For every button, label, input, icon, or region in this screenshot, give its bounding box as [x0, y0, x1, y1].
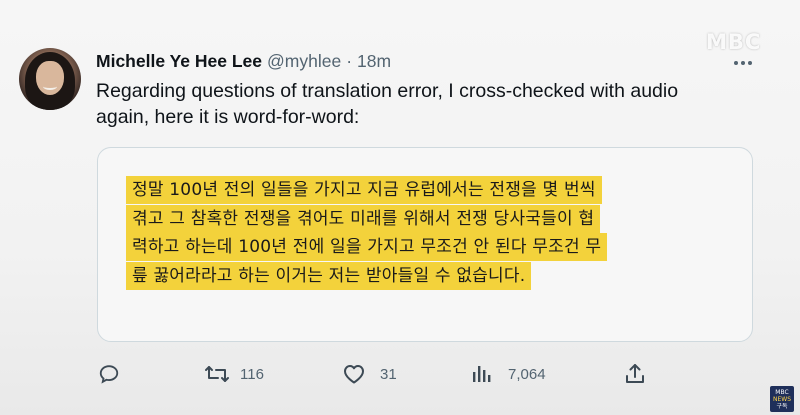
author-name[interactable]: Michelle Ye Hee Lee	[96, 51, 262, 72]
views-count: 7,064	[508, 365, 546, 383]
quote-line: 정말 100년 전의 일들을 가지고 지금 유럽에서는 전쟁을 몇 번씩	[128, 176, 728, 205]
share-icon	[624, 363, 646, 385]
views-icon	[470, 363, 492, 385]
share-button[interactable]	[624, 360, 646, 388]
reply-icon	[98, 363, 120, 385]
quote-text: 정말 100년 전의 일들을 가지고 지금 유럽에서는 전쟁을 몇 번씩 겪고 …	[128, 176, 728, 290]
mbc-news-badge[interactable]: MBC NEWS 구독	[770, 386, 794, 412]
reply-button[interactable]	[98, 360, 120, 388]
mbc-watermark: MBC	[706, 30, 762, 54]
avatar-smile	[43, 83, 57, 90]
tweet: Michelle Ye Hee Lee @myhlee · 18m MBC Re…	[0, 0, 800, 415]
heart-icon	[342, 363, 366, 385]
quote-line: 력하고 하는데 100년 전에 일을 가지고 무조건 안 된다 무조건 무	[128, 233, 728, 262]
author-handle[interactable]: @myhlee	[267, 51, 341, 72]
quote-line: 릎 꿇어라라고 하는 이거는 저는 받아들일 수 없습니다.	[128, 262, 728, 291]
retweet-count: 116	[240, 365, 264, 383]
retweet-button[interactable]: 116	[204, 360, 264, 388]
more-options-icon[interactable]	[728, 56, 758, 70]
tweet-time[interactable]: 18m	[357, 51, 391, 72]
tweet-text: Regarding questions of translation error…	[96, 80, 679, 128]
avatar[interactable]	[19, 48, 81, 110]
like-button[interactable]: 31	[342, 360, 397, 388]
retweet-icon	[204, 363, 230, 385]
action-bar: 116 31 7,064	[96, 360, 656, 388]
like-count: 31	[380, 365, 397, 383]
tweet-header: Michelle Ye Hee Lee @myhlee · 18m	[96, 49, 391, 73]
separator-dot: ·	[346, 50, 353, 71]
quote-line: 겪고 그 참혹한 전쟁을 겪어도 미래를 위해서 전쟁 당사국들이 협	[128, 205, 728, 234]
views-button[interactable]: 7,064	[470, 360, 546, 388]
